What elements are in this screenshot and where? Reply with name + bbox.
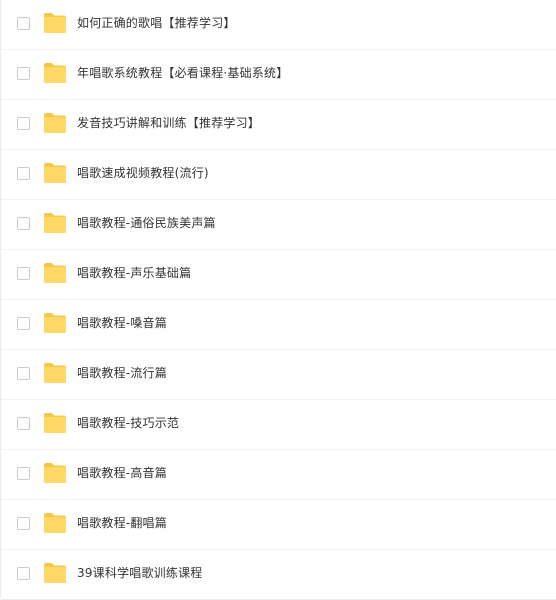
file-row[interactable]: 39课科学唱歌训练课程 [1, 550, 556, 600]
folder-icon [43, 462, 67, 484]
file-row[interactable]: 唱歌教程-翻唱篇 [1, 500, 556, 550]
row-checkbox[interactable] [17, 117, 30, 130]
folder-name[interactable]: 唱歌教程-声乐基础篇 [77, 264, 191, 282]
folder-icon [43, 362, 67, 384]
folder-name[interactable]: 39课科学唱歌训练课程 [77, 564, 202, 582]
row-checkbox[interactable] [17, 517, 30, 530]
folder-name[interactable]: 如何正确的歌唱【推荐学习】 [77, 14, 236, 32]
file-row[interactable]: 如何正确的歌唱【推荐学习】 [1, 0, 556, 50]
file-row[interactable]: 唱歌教程-嗓音篇 [1, 300, 556, 350]
file-list: 如何正确的歌唱【推荐学习】 年唱歌系统教程【必看课程·基础系统】 发音技巧讲解和… [0, 0, 556, 600]
folder-icon [43, 562, 67, 584]
folder-icon [43, 312, 67, 334]
file-row[interactable]: 唱歌教程-技巧示范 [1, 400, 556, 450]
folder-icon [43, 162, 67, 184]
folder-icon [43, 12, 67, 34]
folder-icon [43, 212, 67, 234]
folder-name[interactable]: 唱歌教程-翻唱篇 [77, 514, 167, 532]
file-row[interactable]: 发音技巧讲解和训练【推荐学习】 [1, 100, 556, 150]
folder-name[interactable]: 唱歌速成视频教程(流行) [77, 164, 209, 182]
row-checkbox[interactable] [17, 367, 30, 380]
folder-icon [43, 112, 67, 134]
file-row[interactable]: 年唱歌系统教程【必看课程·基础系统】 [1, 50, 556, 100]
row-checkbox[interactable] [17, 567, 30, 580]
file-row[interactable]: 唱歌教程-通俗民族美声篇 [1, 200, 556, 250]
row-checkbox[interactable] [17, 217, 30, 230]
row-checkbox[interactable] [17, 417, 30, 430]
folder-icon [43, 412, 67, 434]
folder-icon [43, 262, 67, 284]
folder-icon [43, 62, 67, 84]
folder-name[interactable]: 年唱歌系统教程【必看课程·基础系统】 [77, 64, 288, 82]
file-row[interactable]: 唱歌速成视频教程(流行) [1, 150, 556, 200]
row-checkbox[interactable] [17, 17, 30, 30]
file-row[interactable]: 唱歌教程-流行篇 [1, 350, 556, 400]
row-checkbox[interactable] [17, 317, 30, 330]
folder-name[interactable]: 发音技巧讲解和训练【推荐学习】 [77, 114, 260, 132]
folder-name[interactable]: 唱歌教程-流行篇 [77, 364, 167, 382]
row-checkbox[interactable] [17, 467, 30, 480]
folder-name[interactable]: 唱歌教程-通俗民族美声篇 [77, 214, 216, 232]
file-row[interactable]: 唱歌教程-高音篇 [1, 450, 556, 500]
folder-name[interactable]: 唱歌教程-高音篇 [77, 464, 167, 482]
row-checkbox[interactable] [17, 67, 30, 80]
folder-icon [43, 512, 67, 534]
folder-name[interactable]: 唱歌教程-嗓音篇 [77, 314, 167, 332]
folder-name[interactable]: 唱歌教程-技巧示范 [77, 414, 179, 432]
row-checkbox[interactable] [17, 167, 30, 180]
file-row[interactable]: 唱歌教程-声乐基础篇 [1, 250, 556, 300]
row-checkbox[interactable] [17, 267, 30, 280]
